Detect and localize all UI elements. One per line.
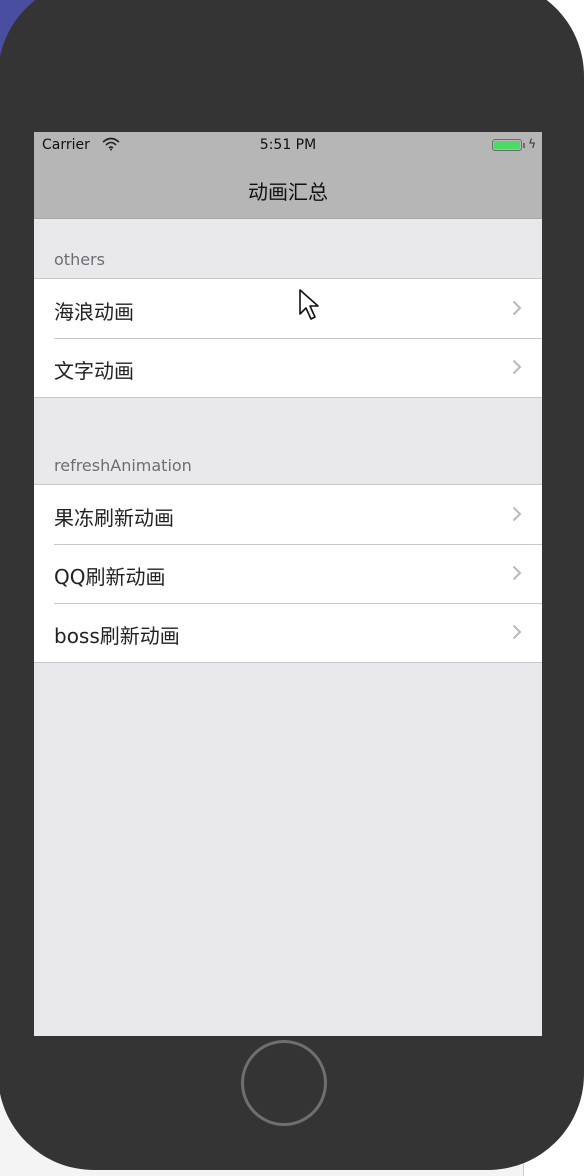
chevron-right-icon — [512, 624, 522, 640]
row-label: boss刷新动画 — [54, 624, 180, 648]
row-label: 果冻刷新动画 — [54, 506, 174, 530]
table-group-others: 海浪动画 文字动画 — [34, 278, 542, 398]
chevron-right-icon — [512, 300, 522, 316]
nav-title: 动画汇总 — [248, 180, 328, 204]
table-row[interactable]: 文字动画 — [34, 338, 542, 397]
home-button[interactable] — [241, 1040, 327, 1126]
table-row[interactable]: 果冻刷新动画 — [34, 485, 542, 544]
battery-level — [494, 141, 520, 149]
status-time: 5:51 PM — [259, 137, 317, 153]
chevron-right-icon — [512, 506, 522, 522]
simulator-screen: Carrier 5:51 PM ϟ 动画汇总 others 海浪动画 文字动画 — [34, 132, 542, 1036]
battery-icon — [492, 139, 522, 151]
table-row[interactable]: QQ刷新动画 — [34, 544, 542, 603]
row-label: 文字动画 — [54, 359, 134, 383]
mouse-cursor-icon — [299, 289, 319, 320]
row-label: QQ刷新动画 — [54, 565, 166, 589]
battery-tip — [523, 143, 525, 148]
table-group-refresh-animation: 果冻刷新动画 QQ刷新动画 boss刷新动画 — [34, 484, 542, 663]
table-row[interactable]: boss刷新动画 — [34, 603, 542, 662]
section-header-refresh-animation: refreshAnimation — [54, 456, 192, 475]
row-label: 海浪动画 — [54, 300, 134, 324]
navigation-bar: 动画汇总 — [34, 160, 542, 219]
chevron-right-icon — [512, 565, 522, 581]
status-bar: Carrier 5:51 PM ϟ — [34, 132, 542, 160]
table-row[interactable]: 海浪动画 — [34, 279, 542, 338]
section-header-others: others — [54, 250, 105, 269]
chevron-right-icon — [512, 359, 522, 375]
charging-bolt-icon: ϟ — [528, 137, 536, 151]
